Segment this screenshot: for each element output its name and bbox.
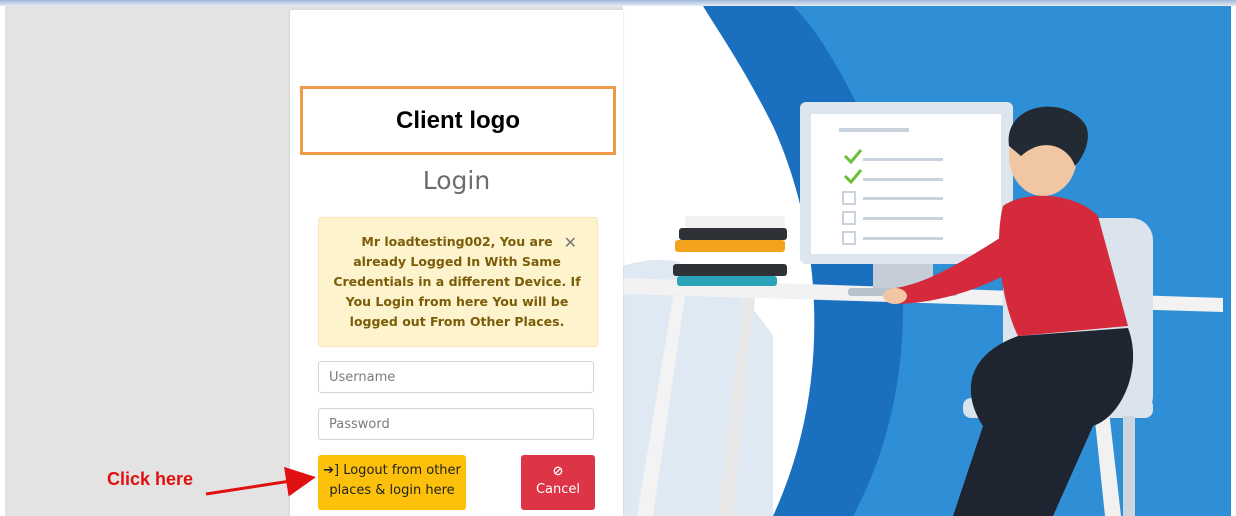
client-logo: Client logo <box>300 86 616 155</box>
logout-and-login-button[interactable]: ➔] Logout from other places & login here <box>318 455 466 510</box>
close-icon[interactable]: ✕ <box>564 233 577 252</box>
office-worker-illustration <box>623 6 1231 516</box>
sign-in-icon: ➔] <box>323 463 340 478</box>
annotation-arrow <box>205 466 316 497</box>
already-logged-in-alert: Mr loadtesting002, You are already Logge… <box>318 217 598 347</box>
ban-icon: ⊘ <box>552 464 564 479</box>
password-input[interactable] <box>318 408 594 440</box>
click-here-annotation: Click here <box>107 469 194 489</box>
cancel-button-label: Cancel <box>535 482 581 497</box>
alert-message: Mr loadtesting002, You are already Logge… <box>333 234 581 329</box>
username-input[interactable] <box>318 361 594 393</box>
cancel-button[interactable]: ⊘ Cancel <box>521 455 595 510</box>
logout-button-label: Logout from other places & login here <box>329 463 461 498</box>
client-logo-text: Client logo <box>396 106 520 134</box>
login-title: Login <box>422 166 491 195</box>
